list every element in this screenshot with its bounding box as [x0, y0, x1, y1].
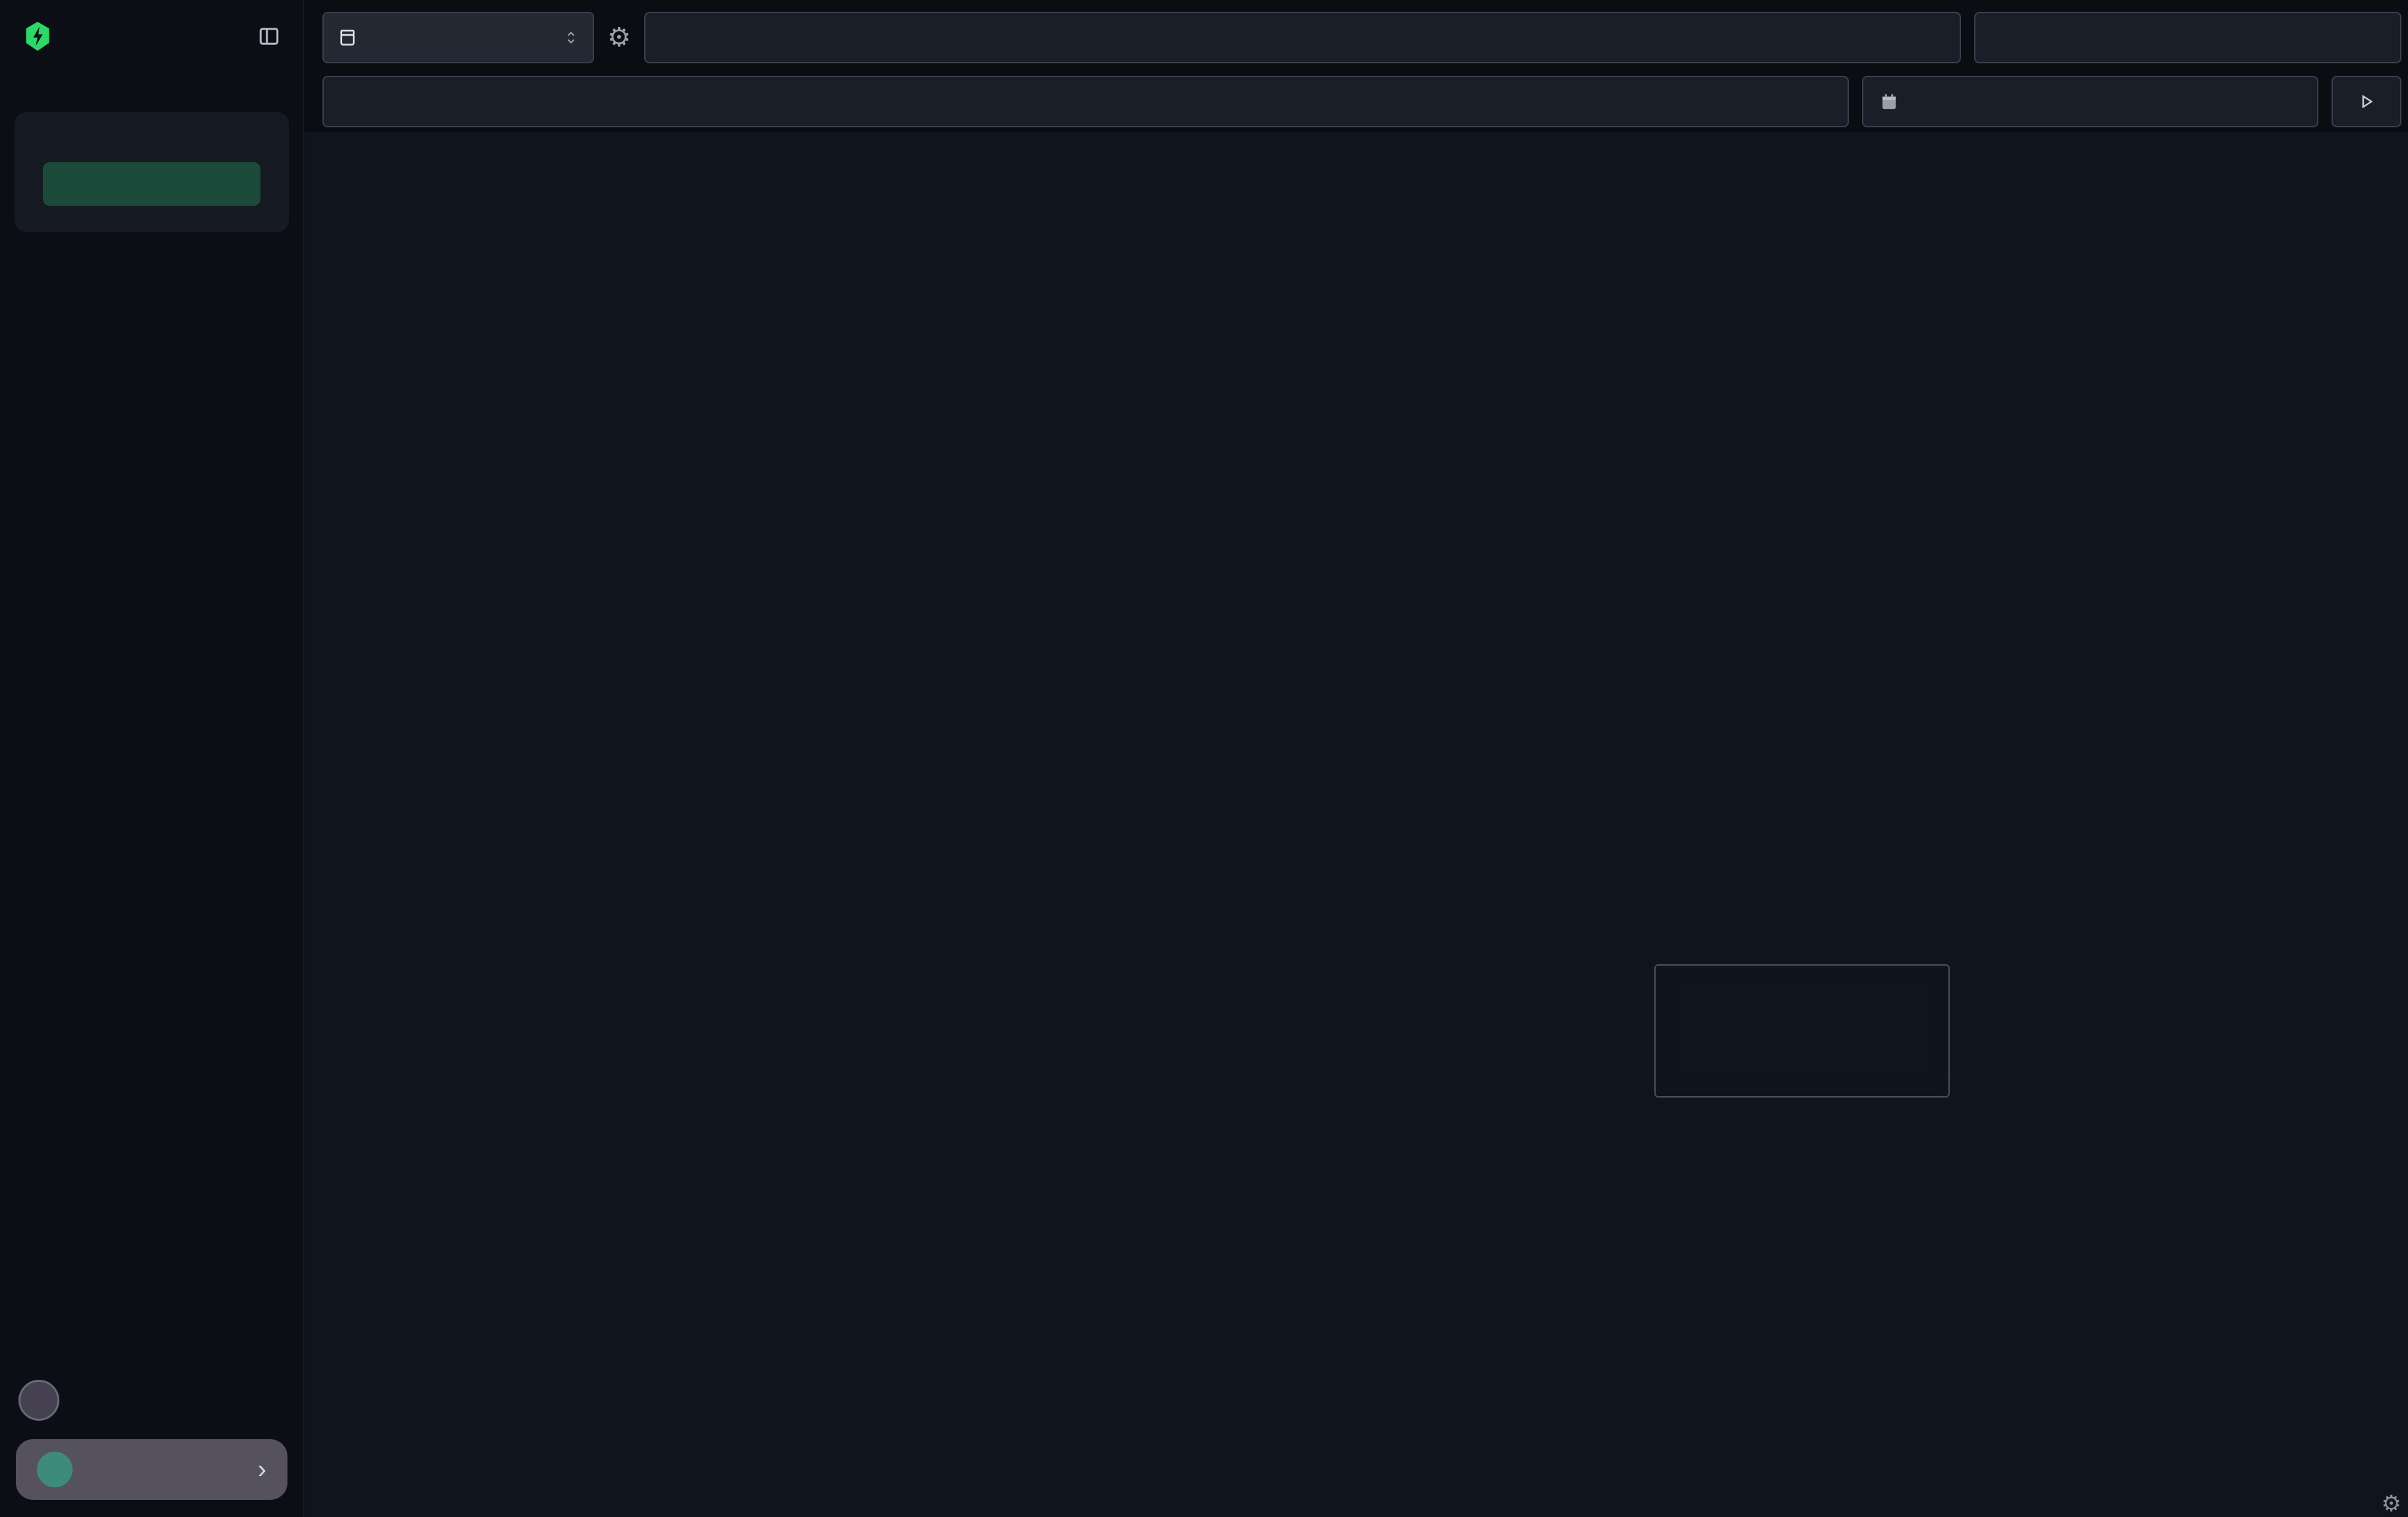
logo-row	[0, 0, 303, 73]
play-icon	[2357, 92, 2376, 111]
sidebar: ›	[0, 0, 304, 1517]
source-settings-gear-icon[interactable]: ⚙	[607, 24, 631, 51]
content: ⚙	[304, 132, 2408, 1517]
chevron-right-icon: ›	[258, 1456, 266, 1483]
date-range-picker[interactable]	[1862, 76, 2318, 127]
app: › ⚙	[0, 0, 2408, 1517]
updown-chevrons-icon	[562, 29, 580, 46]
topbar: ⚙	[304, 0, 2408, 132]
sidebar-bottom: ›	[0, 1380, 303, 1517]
search-input[interactable]	[341, 90, 1779, 113]
clickhouse-cloud-promo	[15, 112, 289, 232]
run-query-button[interactable]	[2332, 76, 2401, 127]
database-icon	[337, 27, 358, 48]
local-mode-menu[interactable]: ›	[16, 1439, 287, 1500]
calendar-icon	[1879, 92, 1899, 111]
corner-settings-gear-icon[interactable]: ⚙	[2382, 1491, 2401, 1517]
right-region: ⚙	[304, 0, 2408, 1517]
chart-tooltip	[1654, 964, 1950, 1098]
duration-heatmap	[643, 152, 2403, 346]
main-area: ⚙	[642, 132, 2408, 1517]
search-bar	[322, 76, 1849, 127]
source-select[interactable]	[322, 12, 594, 63]
hyperdx-logo-icon	[22, 19, 53, 53]
help-button[interactable]	[18, 1380, 59, 1421]
sql-select-input[interactable]	[644, 12, 1961, 63]
avatar	[37, 1452, 73, 1487]
filters-panel	[304, 132, 642, 1517]
order-by-input[interactable]	[1974, 12, 2401, 63]
sidebar-collapse-icon[interactable]	[257, 24, 281, 48]
get-started-button[interactable]	[43, 162, 260, 206]
